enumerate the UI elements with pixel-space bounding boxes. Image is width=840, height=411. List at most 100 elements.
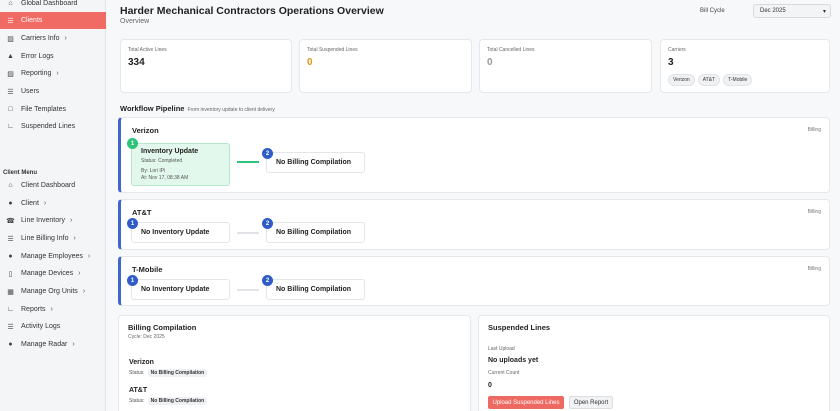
bill-cycle-label: Bill Cycle: [700, 8, 725, 14]
sidebar-item-label: Line Billing Info: [21, 235, 69, 242]
carrier-chip[interactable]: AT&T: [697, 74, 721, 86]
chevron-down-icon: ▾: [822, 9, 826, 15]
stat-value: 3: [668, 57, 674, 68]
suspended-lines-title: Suspended Lines: [488, 323, 551, 332]
stat-card-active-lines: Total Active Lines 334: [120, 39, 292, 93]
last-upload-label: Last Upload: [488, 346, 515, 352]
step-billing-compilation[interactable]: No Billing Compilation: [266, 279, 365, 300]
org-icon: ▦: [7, 288, 14, 296]
sidebar-item-label: Manage Org Units: [21, 288, 78, 295]
billing-carrier-name: AT&T: [129, 387, 148, 394]
step-connector: [237, 289, 259, 291]
sidebar-item-manage-org-units[interactable]: ▦ Manage Org Units ›: [0, 283, 106, 300]
carrier-chip[interactable]: Verizon: [668, 74, 695, 86]
signal-icon: ▨: [7, 70, 14, 78]
sidebar-item-label: Manage Radar: [21, 341, 68, 348]
sidebar-item-label: Clients: [21, 17, 43, 24]
step-number-badge: 1: [127, 138, 138, 149]
stat-value: 0: [487, 57, 493, 68]
step-inventory-update[interactable]: No Inventory Update: [131, 279, 230, 300]
step-number-badge: 1: [127, 275, 138, 286]
status-badge: No Billing Compilation: [147, 369, 208, 377]
sidebar-item-reporting[interactable]: ▨ Reporting ›: [0, 65, 106, 82]
users-icon: ●: [8, 253, 13, 260]
pipeline-billing-label: Billing: [807, 127, 821, 133]
step-billing-compilation[interactable]: No Billing Compilation: [266, 222, 365, 243]
step-by: By: Lori IPi: [141, 168, 166, 174]
signal-icon: ▨: [7, 35, 14, 43]
sidebar-item-label: Reporting: [21, 70, 52, 77]
phone-icon: ☎: [6, 217, 15, 225]
sidebar-item-file-templates[interactable]: □ File Templates: [0, 101, 106, 118]
billing-carrier-name: Verizon: [129, 359, 154, 366]
step-title: No Billing Compilation: [276, 286, 352, 293]
billing-compilation-cycle: Cycle: Dec 2025: [128, 334, 165, 340]
sidebar-item-carriers-info[interactable]: ▨ Carriers Info ›: [0, 30, 106, 47]
sidebar-item-label: Client Dashboard: [21, 182, 76, 189]
chevron-right-icon: ›: [78, 270, 81, 277]
sidebar-item-users[interactable]: ☰ Users: [0, 83, 106, 100]
stat-value: 0: [307, 57, 313, 68]
sidebar-item-client-dashboard[interactable]: ⌂ Client Dashboard: [0, 177, 106, 194]
step-billing-compilation[interactable]: No Billing Compilation: [266, 152, 365, 173]
sidebar-item-label: Suspended Lines: [21, 123, 76, 130]
pipeline-row-tmobile: T-Mobile Billing No Inventory Update 1 N…: [118, 256, 830, 306]
sidebar-item-manage-radar[interactable]: ● Manage Radar ›: [0, 336, 106, 353]
file-icon: □: [8, 106, 13, 113]
step-inventory-update[interactable]: Inventory Update Status: Completed By: L…: [131, 143, 230, 186]
chevron-right-icon: ›: [72, 341, 75, 348]
chevron-right-icon: ›: [69, 217, 73, 224]
sidebar-item-label: Manage Devices: [21, 270, 74, 277]
step-at: At: Nov 17, 08:38 AM: [141, 175, 189, 181]
sidebar-item-suspended-lines[interactable]: ∟ Suspended Lines: [0, 118, 106, 135]
upload-suspended-lines-button[interactable]: Upload Suspended Lines: [488, 396, 564, 409]
open-report-button[interactable]: Open Report: [569, 396, 613, 409]
step-connector: [237, 161, 259, 163]
home-icon: ⌂: [8, 0, 13, 7]
sidebar-item-label: Manage Employees: [21, 253, 83, 260]
sidebar: ⌂ Global Dashboard ☰ Clients ▨ Carriers …: [0, 0, 106, 411]
status-badge: No Billing Compilation: [147, 397, 208, 405]
sidebar-item-manage-employees[interactable]: ● Manage Employees ›: [0, 248, 106, 265]
chevron-right-icon: ›: [73, 235, 76, 242]
sidebar-item-activity-logs[interactable]: ☰ Activity Logs: [0, 318, 106, 335]
bill-cycle-select[interactable]: Dec 2025 ▾: [753, 4, 831, 18]
sidebar-item-reports[interactable]: ∟ Reports ›: [0, 301, 106, 318]
sidebar-item-label: Error Logs: [21, 53, 54, 60]
list-icon: ☰: [7, 88, 14, 96]
workflow-title: Workflow Pipeline From inventory update t…: [120, 104, 275, 113]
sidebar-item-client[interactable]: ● Client ›: [0, 195, 106, 212]
status-label: Status:: [129, 370, 145, 376]
sidebar-item-label: Global Dashboard: [21, 0, 78, 7]
user-icon: ●: [8, 200, 13, 207]
chevron-right-icon: ›: [50, 306, 53, 313]
list-icon: ☰: [7, 17, 14, 25]
carrier-chip[interactable]: T-Mobile: [723, 74, 753, 86]
stat-label: Total Cancelled Lines: [487, 47, 535, 53]
step-title: No Inventory Update: [141, 229, 210, 236]
sidebar-item-global-dashboard[interactable]: ⌂ Global Dashboard: [0, 0, 106, 12]
sidebar-item-clients[interactable]: ☰ Clients: [0, 12, 106, 29]
sidebar-item-label: Line Inventory: [21, 217, 65, 224]
chevron-right-icon: ›: [64, 35, 67, 42]
client-menu-title: Client Menu: [3, 170, 37, 176]
home-icon: ⌂: [8, 182, 13, 189]
workflow-title-text: Workflow Pipeline: [120, 104, 185, 113]
stat-label: Total Suspended Lines: [307, 47, 358, 53]
sidebar-item-label: Carriers Info: [21, 35, 60, 42]
current-count-value: 0: [488, 382, 492, 389]
billing-carrier-status: Status: No Billing Compilation: [129, 369, 208, 377]
step-title: No Billing Compilation: [276, 159, 352, 166]
pipeline-row-verizon: Verizon Billing Inventory Update Status:…: [118, 117, 830, 193]
sidebar-item-line-billing-info[interactable]: ☰ Line Billing Info ›: [0, 230, 106, 247]
step-inventory-update[interactable]: No Inventory Update: [131, 222, 230, 243]
user-icon: ●: [8, 341, 13, 348]
step-number-badge: 2: [262, 218, 273, 229]
stat-label: Total Active Lines: [128, 47, 167, 53]
billing-carrier-status: Status: No Billing Compilation: [129, 397, 208, 405]
chart-icon: ∟: [7, 123, 14, 130]
sidebar-item-manage-devices[interactable]: ▯ Manage Devices ›: [0, 265, 106, 282]
sidebar-item-line-inventory[interactable]: ☎ Line Inventory ›: [0, 212, 106, 229]
step-status: Status: Completed: [141, 158, 183, 164]
sidebar-item-error-logs[interactable]: ▲ Error Logs: [0, 48, 106, 65]
